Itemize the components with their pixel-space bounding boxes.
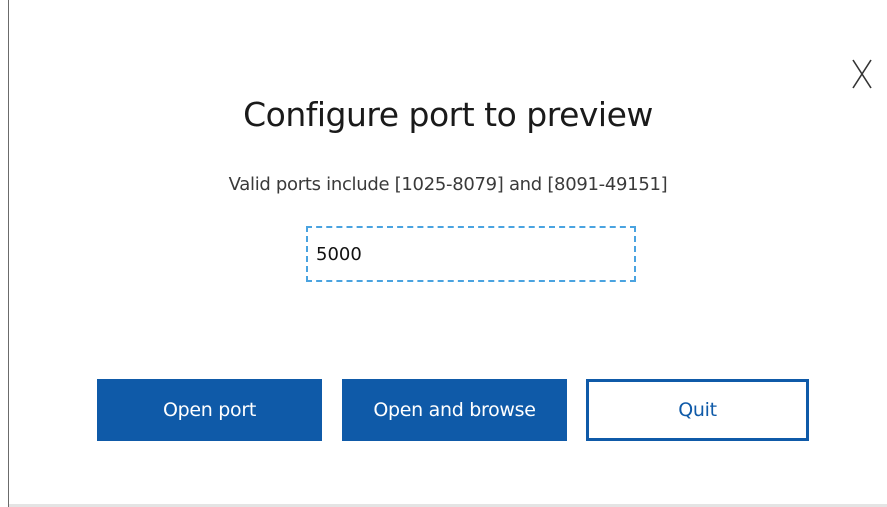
port-input[interactable] [306,226,636,282]
configure-port-dialog: Configure port to preview Valid ports in… [8,0,887,507]
dialog-title: Configure port to preview [243,95,653,134]
open-and-browse-button[interactable]: Open and browse [342,379,567,441]
quit-button[interactable]: Quit [586,379,809,441]
close-icon [852,59,872,89]
open-port-button[interactable]: Open port [97,379,322,441]
close-button[interactable] [847,55,877,93]
valid-ports-hint: Valid ports include [1025-8079] and [809… [228,174,668,195]
